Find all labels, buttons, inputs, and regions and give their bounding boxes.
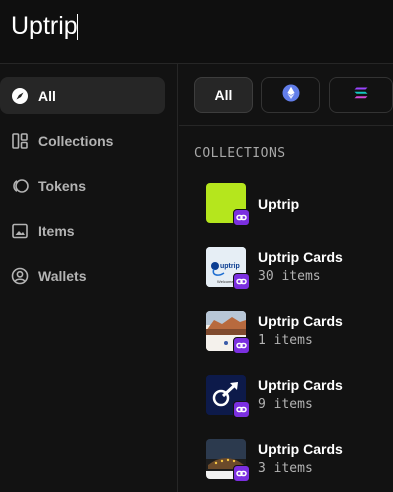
collection-row[interactable]: Uptrip	[206, 183, 386, 237]
results-panel: All COLLECTIONS Uptrip uptrip Welcome Up…	[179, 64, 393, 492]
sidebar-item-tokens[interactable]: Tokens	[0, 167, 165, 204]
sidebar-item-label: All	[38, 87, 56, 104]
sidebar-item-label: Tokens	[38, 177, 86, 194]
sidebar-item-all[interactable]: All	[0, 77, 165, 114]
sidebar: All Collections Tokens Items Wallets	[0, 64, 178, 492]
thumb-caption-text: Welcome	[217, 279, 234, 284]
collection-name: Uptrip	[258, 196, 300, 212]
collection-row[interactable]: Uptrip Cards 3 items	[206, 439, 386, 492]
image-icon	[11, 222, 29, 240]
filter-chip-label: All	[214, 87, 233, 103]
chain-link-icon	[233, 273, 250, 290]
sidebar-item-label: Items	[38, 222, 75, 239]
chain-link-icon	[233, 465, 250, 482]
sidebar-item-wallets[interactable]: Wallets	[0, 257, 165, 294]
sidebar-item-items[interactable]: Items	[0, 212, 165, 249]
collection-count: 30 items	[258, 269, 321, 284]
collection-count: 1 items	[258, 333, 313, 348]
chain-link-icon	[233, 401, 250, 418]
chain-link-icon	[233, 209, 250, 226]
collection-name: Uptrip Cards	[258, 377, 343, 393]
search-bar[interactable]: Uptrip	[0, 0, 393, 64]
sidebar-item-collections[interactable]: Collections	[0, 122, 165, 159]
collection-count: 9 items	[258, 397, 313, 412]
filter-chip-all[interactable]: All	[194, 77, 253, 113]
sidebar-item-label: Collections	[38, 132, 114, 149]
section-title-collections: COLLECTIONS	[194, 146, 286, 161]
filter-chip-solana[interactable]	[329, 77, 393, 113]
filter-chip-ethereum[interactable]	[261, 77, 320, 113]
collection-row[interactable]: uptrip Welcome Uptrip Cards 30 items	[206, 247, 386, 301]
collections-icon	[11, 132, 29, 150]
sidebar-item-label: Wallets	[38, 267, 87, 284]
collection-name: Uptrip Cards	[258, 313, 343, 329]
ethereum-icon	[282, 84, 300, 107]
solana-icon	[354, 86, 368, 104]
compass-icon	[11, 87, 29, 105]
thumb-logo-text: uptrip	[220, 263, 240, 270]
user-circle-icon	[11, 267, 29, 285]
collection-row[interactable]: Uptrip Cards 1 items	[206, 311, 386, 365]
chain-link-icon	[233, 337, 250, 354]
chain-filter-bar: All	[179, 64, 393, 126]
tokens-icon	[11, 177, 29, 195]
collection-row[interactable]: Uptrip Cards 9 items	[206, 375, 386, 429]
text-caret	[77, 14, 78, 40]
collection-name: Uptrip Cards	[258, 249, 343, 265]
search-input[interactable]: Uptrip	[11, 12, 78, 41]
collection-count: 3 items	[258, 461, 313, 476]
collection-name: Uptrip Cards	[258, 441, 343, 457]
